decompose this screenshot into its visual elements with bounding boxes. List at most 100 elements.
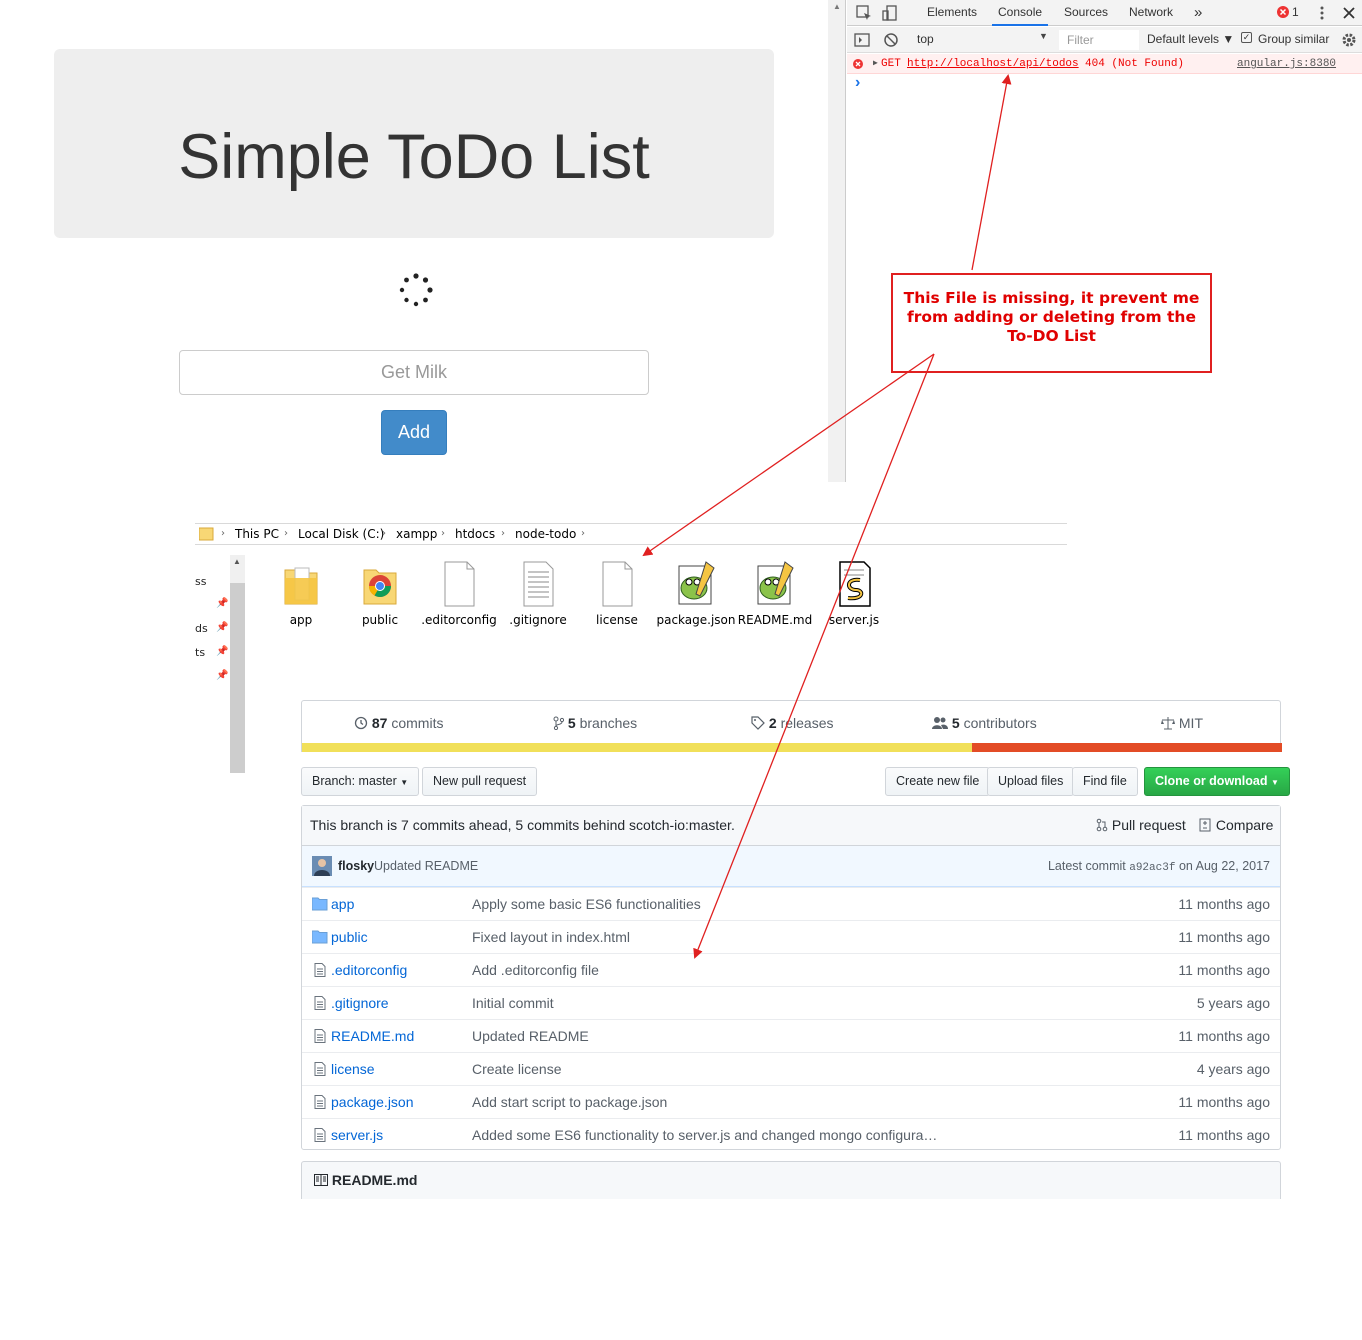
breadcrumb-item[interactable]: This PC: [235, 524, 279, 544]
tab-elements[interactable]: Elements: [921, 0, 983, 26]
file-row[interactable]: server.js Added some ES6 functionality to…: [302, 1118, 1280, 1151]
commit-message-link[interactable]: Apply some basic ES6 functionalities: [472, 888, 972, 920]
file-name-link[interactable]: README.md: [331, 1020, 414, 1052]
file-row[interactable]: license Create license 4 years ago: [302, 1052, 1280, 1085]
commit-message-link[interactable]: Fixed layout in index.html: [472, 921, 972, 953]
commit-author-link[interactable]: flosky: [338, 846, 374, 886]
levels-dropdown[interactable]: Default levels ▼: [1147, 32, 1234, 46]
file-icon: [314, 1062, 326, 1076]
explorer-file-readme[interactable]: README.md: [735, 560, 815, 628]
page-scrollbar[interactable]: ▲: [828, 0, 846, 482]
add-button[interactable]: Add: [381, 410, 447, 455]
clone-download-button[interactable]: Clone or download ▼: [1144, 767, 1290, 796]
releases-link[interactable]: 2 releases: [751, 715, 834, 731]
file-name-link[interactable]: .editorconfig: [331, 954, 407, 986]
sidebar-toggle-icon[interactable]: [853, 31, 871, 49]
commit-message-link[interactable]: Updated README: [472, 1020, 972, 1052]
explorer-file-license[interactable]: license: [577, 560, 657, 628]
file-name-link[interactable]: license: [331, 1053, 375, 1085]
contributors-link[interactable]: 5 contributors: [932, 715, 1037, 731]
breadcrumb[interactable]: › This PC › Local Disk (C:) › xampp › ht…: [195, 523, 1067, 545]
explorer-file-editorconfig[interactable]: .editorconfig: [419, 560, 499, 628]
caret-down-icon: ▼: [1270, 778, 1279, 787]
file-row[interactable]: public Fixed layout in index.html 11 month…: [302, 920, 1280, 953]
commit-message-link[interactable]: Added some ES6 functionality to server.j…: [472, 1119, 972, 1151]
pull-request-link[interactable]: Pull request: [1096, 806, 1186, 845]
file-label: server.js: [828, 613, 880, 627]
file-row[interactable]: app Apply some basic ES6 functionalities 1…: [302, 887, 1280, 920]
commit-message-link[interactable]: Updated README: [374, 846, 478, 886]
commits-link[interactable]: 87 commits: [354, 715, 443, 731]
branch-select-button[interactable]: Branch: master ▼: [301, 767, 420, 796]
explorer-file-package-json[interactable]: package.json: [656, 560, 736, 628]
todo-input[interactable]: [179, 350, 649, 395]
file-row[interactable]: .gitignore Initial commit 5 years ago: [302, 986, 1280, 1019]
file-name-link[interactable]: server.js: [331, 1119, 383, 1151]
branches-link[interactable]: 5 branches: [553, 715, 637, 731]
explorer-scrollbar[interactable]: ▲: [230, 555, 245, 773]
commit-message-link[interactable]: Create license: [472, 1053, 972, 1085]
console-prompt[interactable]: ›: [855, 74, 860, 92]
breadcrumb-item[interactable]: node-todo: [515, 524, 576, 544]
compare-link[interactable]: Compare: [1198, 806, 1273, 845]
commit-age: 11 months ago: [1178, 896, 1270, 912]
tab-network[interactable]: Network: [1123, 0, 1179, 26]
nav-item[interactable]: ss: [195, 575, 206, 588]
scroll-up-icon[interactable]: ▲: [833, 2, 841, 11]
commit-message-link[interactable]: Initial commit: [472, 987, 972, 1019]
avatar[interactable]: [312, 856, 332, 876]
language-segment-html[interactable]: [972, 743, 1282, 752]
error-source-link[interactable]: angular.js:8380: [1237, 54, 1336, 74]
nav-item[interactable]: ts: [195, 646, 205, 659]
tab-sources[interactable]: Sources: [1058, 0, 1114, 26]
file-row[interactable]: .editorconfig Add .editorconfig file 11 mo…: [302, 953, 1280, 986]
file-row[interactable]: README.md Updated README 11 months ago: [302, 1019, 1280, 1052]
file-name-link[interactable]: .gitignore: [331, 987, 389, 1019]
commit-message-link[interactable]: Add .editorconfig file: [472, 954, 972, 986]
upload-files-button[interactable]: Upload files: [987, 767, 1075, 796]
device-toolbar-icon[interactable]: [881, 4, 899, 22]
context-select[interactable]: top: [917, 32, 934, 46]
file-name-link[interactable]: public: [331, 921, 368, 953]
error-count[interactable]: 1: [1286, 0, 1305, 26]
breadcrumb-item[interactable]: Local Disk (C:): [298, 524, 384, 544]
clear-console-icon[interactable]: [882, 31, 900, 49]
tab-console[interactable]: Console: [992, 0, 1049, 26]
create-new-file-button[interactable]: Create new file: [885, 767, 991, 796]
expand-triangle-icon[interactable]: ▶: [873, 54, 878, 74]
file-row[interactable]: package.json Add start script to package.…: [302, 1085, 1280, 1118]
file-label: .gitignore: [509, 613, 567, 627]
file-icon: [444, 561, 475, 607]
find-file-button[interactable]: Find file: [1072, 767, 1138, 796]
filter-input[interactable]: Filter: [1059, 30, 1139, 50]
loading-spinner-icon: [399, 273, 433, 307]
explorer-file-app[interactable]: app: [261, 560, 341, 628]
breadcrumb-item[interactable]: htdocs: [455, 524, 495, 544]
more-tabs-icon[interactable]: »: [1188, 0, 1208, 26]
breadcrumb-item[interactable]: xampp: [396, 524, 437, 544]
commit-message-link[interactable]: Add start script to package.json: [472, 1086, 972, 1118]
inspect-element-icon[interactable]: [855, 4, 873, 22]
error-url-link[interactable]: http://localhost/api/todos: [907, 54, 1079, 74]
close-icon[interactable]: [1340, 4, 1358, 22]
explorer-file-gitignore[interactable]: .gitignore: [498, 560, 578, 628]
license-link[interactable]: MIT: [1161, 715, 1203, 731]
context-dropdown-icon[interactable]: ▼: [1039, 31, 1048, 41]
kebab-menu-icon[interactable]: [1313, 4, 1331, 22]
explorer-file-public[interactable]: public: [340, 560, 420, 628]
nav-item[interactable]: ds: [195, 622, 208, 635]
language-bar[interactable]: [302, 743, 1282, 752]
language-segment-js[interactable]: [302, 743, 972, 752]
scrollbar-thumb[interactable]: [230, 583, 245, 773]
gear-icon[interactable]: [1340, 31, 1358, 49]
file-name-link[interactable]: package.json: [331, 1086, 414, 1118]
commit-sha-link[interactable]: a92ac3f: [1129, 862, 1175, 874]
scroll-up-icon[interactable]: ▲: [233, 557, 241, 566]
file-name-link[interactable]: app: [331, 888, 354, 920]
group-similar-checkbox[interactable]: ✓: [1241, 32, 1252, 43]
new-pull-request-button[interactable]: New pull request: [422, 767, 538, 796]
chevron-right-icon: ›: [441, 528, 445, 539]
explorer-file-server-js[interactable]: server.js: [814, 560, 894, 628]
file-label: public: [361, 613, 399, 627]
console-error-row[interactable]: ▶ GET http://localhost/api/todos 404 (No…: [847, 54, 1362, 74]
